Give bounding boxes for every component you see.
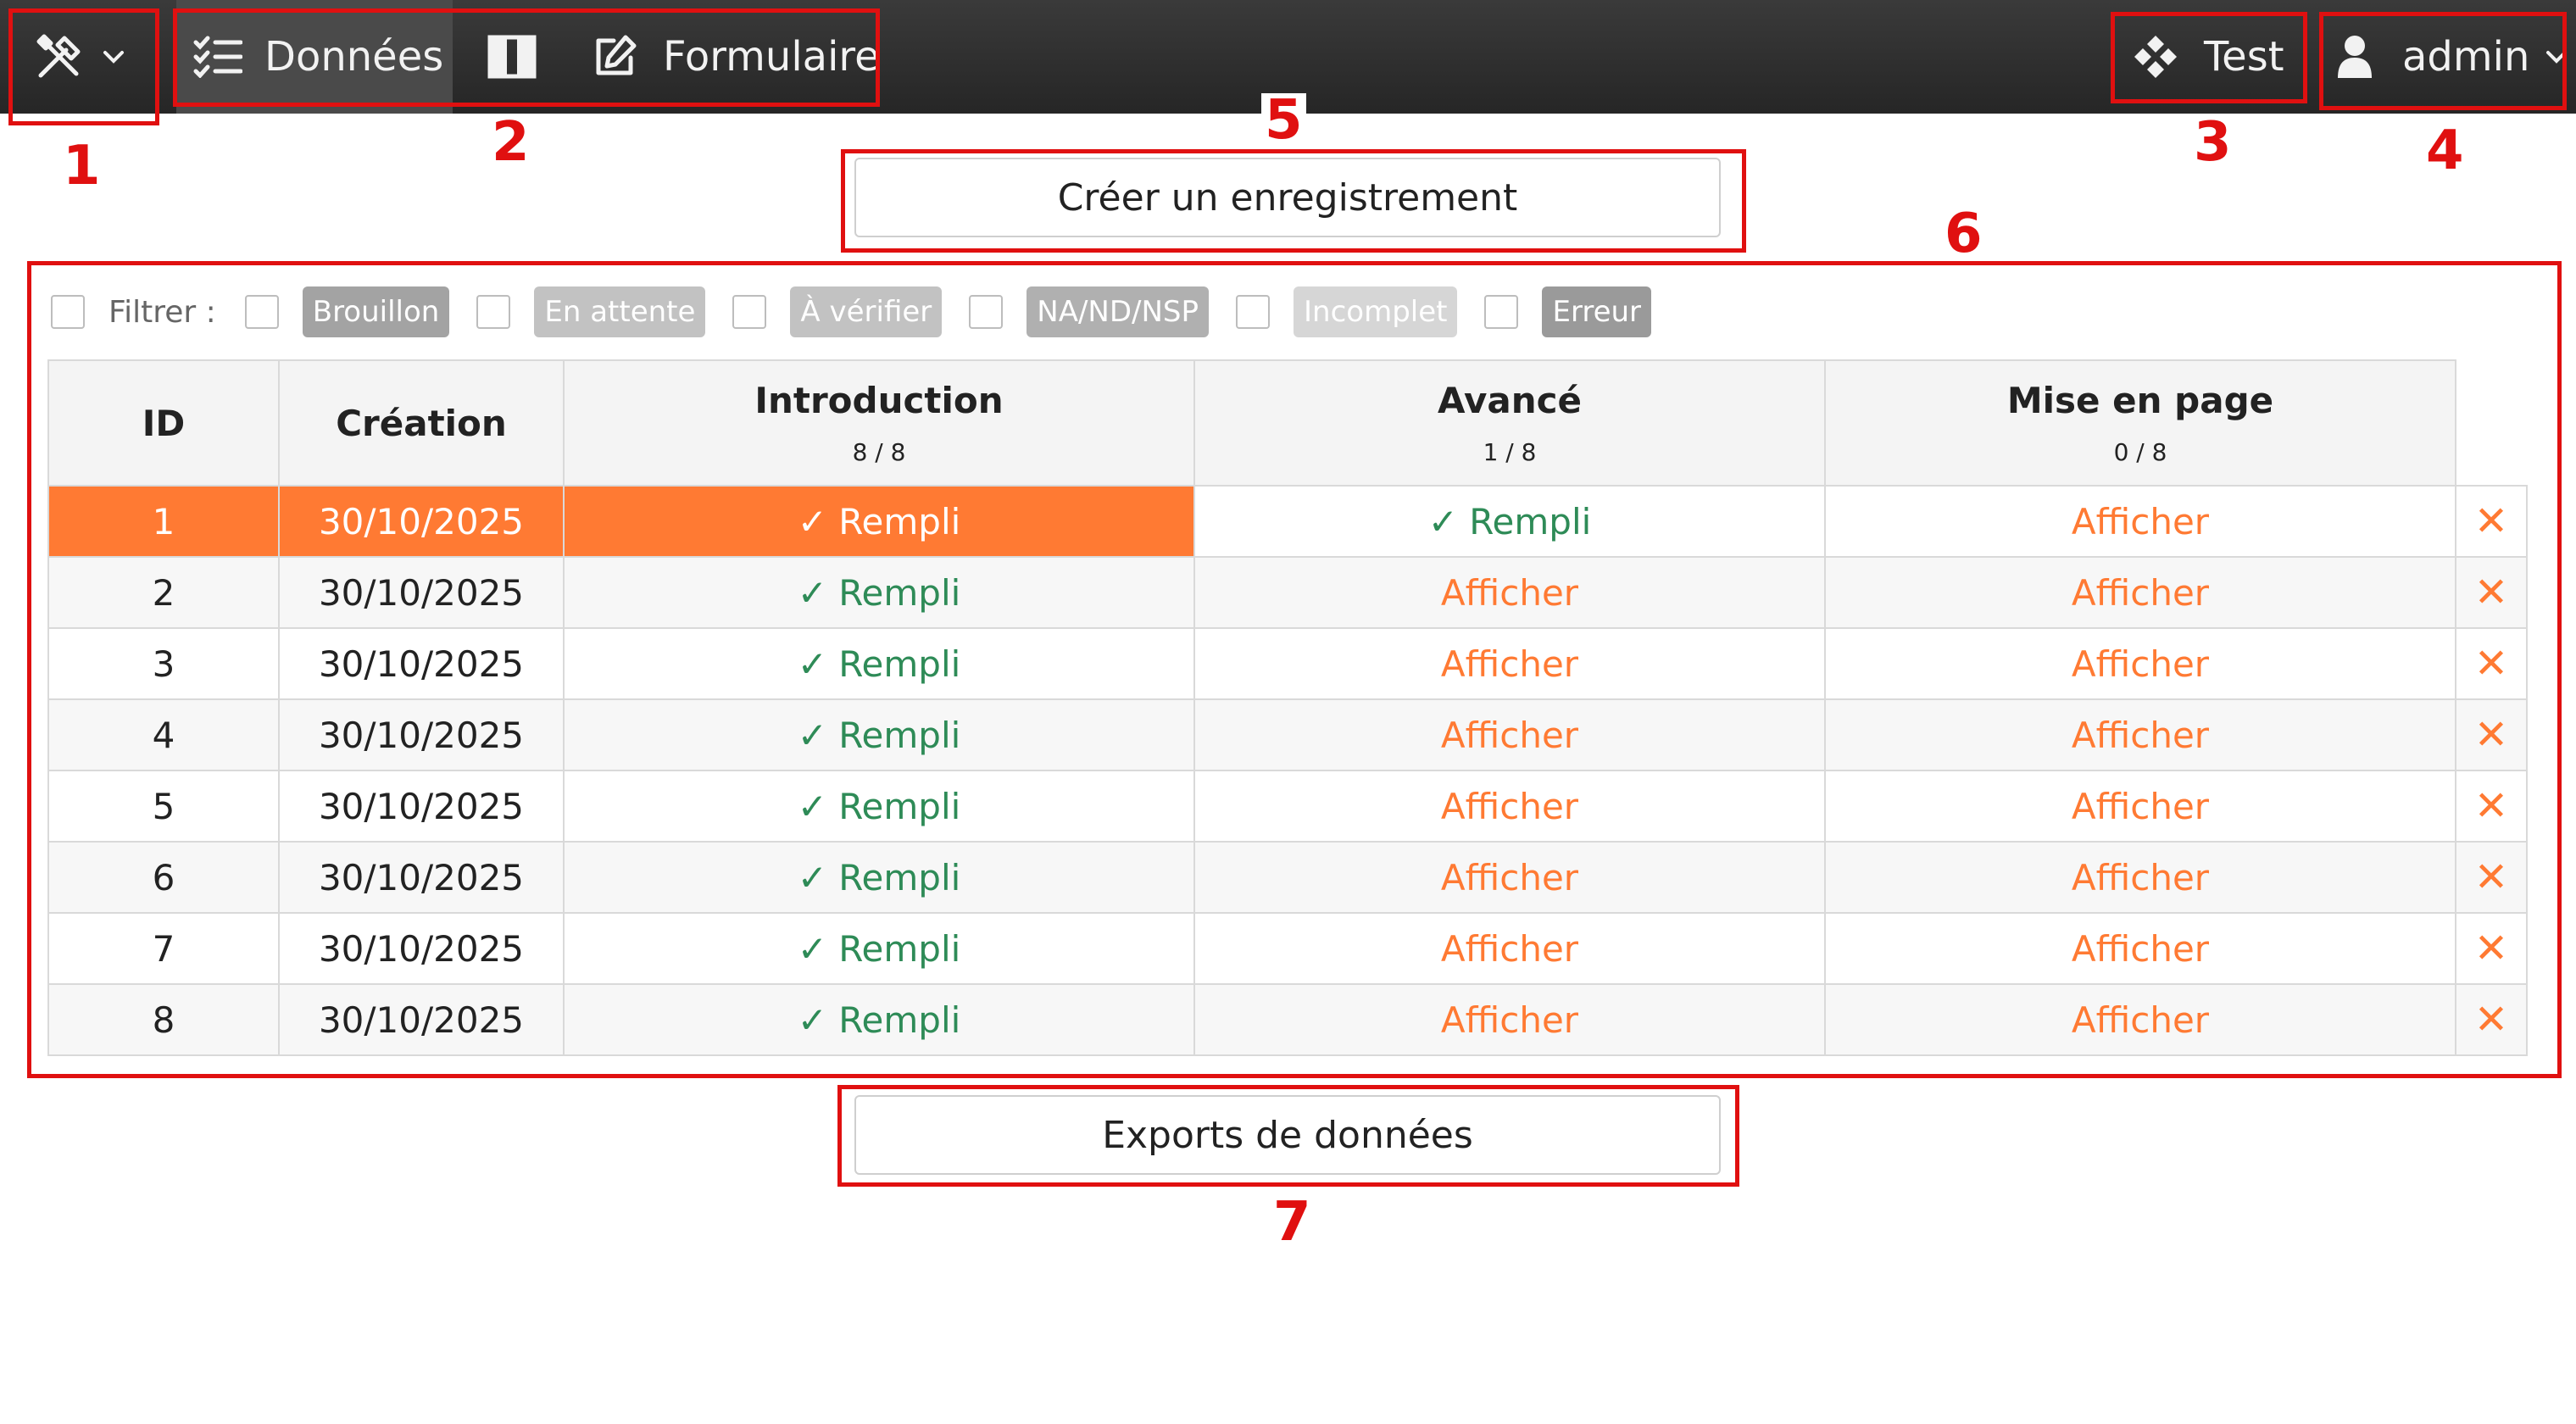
annotation-box-2 — [173, 8, 880, 107]
annotation-box-3 — [2111, 12, 2307, 103]
annotation-box-4 — [2319, 12, 2567, 110]
annotation-number-4: 4 — [2426, 120, 2464, 182]
annotation-number-3: 3 — [2194, 111, 2232, 174]
annotation-number-7: 7 — [1273, 1191, 1311, 1254]
annotation-box-1 — [8, 8, 159, 125]
annotation-number-5: 5 — [1261, 93, 1306, 147]
annotation-number-6: 6 — [1945, 203, 1983, 265]
annotation-box-7 — [837, 1085, 1739, 1187]
annotation-number-2: 2 — [492, 111, 530, 174]
annotation-box-5 — [841, 149, 1746, 253]
annotation-number-1: 1 — [63, 135, 101, 197]
annotation-box-6 — [27, 261, 2562, 1078]
